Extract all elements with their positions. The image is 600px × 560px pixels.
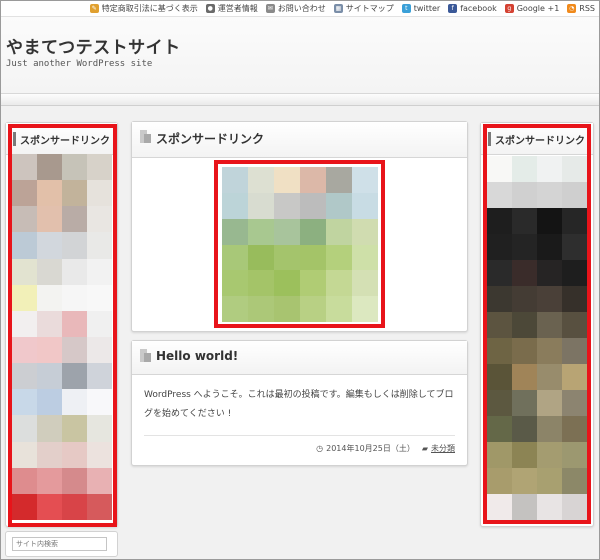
link-label: facebook bbox=[460, 4, 497, 13]
center-ad-highlight bbox=[214, 160, 385, 328]
post-body: WordPress へようこそ。これは最初の投稿です。編集もしくは削除してブログ… bbox=[144, 390, 454, 419]
site-description: Just another WordPress site bbox=[6, 59, 153, 69]
widget-header: スポンサードリンク bbox=[132, 122, 467, 158]
link-facebook[interactable]: f facebook bbox=[448, 3, 497, 14]
twitter-icon: t bbox=[401, 4, 411, 13]
link-tokushoho[interactable]: ✎ 特定商取引法に基づく表示 bbox=[89, 3, 198, 14]
post-meta: ◷ 2014年10月25日（土） ▰ 未分類 bbox=[316, 443, 455, 454]
link-google-plus[interactable]: g Google +1 bbox=[504, 3, 560, 14]
post-date: 2014年10月25日（土） bbox=[326, 444, 415, 453]
rss-icon: ◔ bbox=[567, 4, 577, 13]
link-label: RSS bbox=[579, 4, 595, 13]
right-ad-highlight bbox=[483, 124, 591, 524]
nav-band bbox=[1, 94, 599, 106]
left-ad-highlight bbox=[8, 124, 117, 527]
user-icon: ● bbox=[205, 4, 215, 13]
post-category-link[interactable]: 未分類 bbox=[431, 443, 455, 454]
link-label: サイトマップ bbox=[345, 4, 394, 13]
post-title[interactable]: Hello world! bbox=[156, 349, 238, 363]
clock-icon: ◷ bbox=[316, 444, 324, 453]
sitemap-icon: ▦ bbox=[333, 4, 343, 13]
link-rss[interactable]: ◔ RSS bbox=[567, 3, 595, 14]
link-label: 運営者情報 bbox=[217, 4, 258, 13]
post-header: Hello world! bbox=[132, 341, 467, 375]
folder-icon: ▰ bbox=[421, 444, 428, 453]
link-label: twitter bbox=[413, 4, 441, 13]
link-twitter[interactable]: t twitter bbox=[401, 3, 441, 14]
utility-links: ✎ 特定商取引法に基づく表示 ● 運営者情報 ✉ お問い合わせ ▦ サイトマップ t tw… bbox=[89, 3, 595, 14]
pencil-icon: ✎ bbox=[89, 4, 99, 13]
google-plus-icon: g bbox=[504, 4, 514, 13]
page-icon bbox=[140, 130, 151, 143]
link-label: Google +1 bbox=[516, 4, 560, 13]
page-icon bbox=[140, 349, 151, 362]
mail-icon: ✉ bbox=[265, 4, 275, 13]
link-sitemap[interactable]: ▦ サイトマップ bbox=[333, 3, 394, 14]
facebook-icon: f bbox=[448, 4, 458, 13]
post-article: Hello world! WordPress へようこそ。これは最初の投稿です。… bbox=[131, 340, 468, 466]
link-operator-info[interactable]: ● 運営者情報 bbox=[205, 3, 258, 14]
post-divider bbox=[144, 435, 455, 436]
link-contact[interactable]: ✉ お問い合わせ bbox=[265, 3, 326, 14]
link-label: お問い合わせ bbox=[277, 4, 326, 13]
site-title[interactable]: やまてつテストサイト bbox=[6, 33, 181, 58]
site-search-input[interactable] bbox=[12, 537, 107, 551]
top-utility-bar: ✎ 特定商取引法に基づく表示 ● 運営者情報 ✉ お問い合わせ ▦ サイトマップ t tw… bbox=[1, 1, 599, 17]
link-label: 特定商取引法に基づく表示 bbox=[101, 4, 198, 13]
widget-title: スポンサードリンク bbox=[156, 132, 265, 146]
site-header: やまてつテストサイト Just another WordPress site bbox=[1, 17, 599, 93]
